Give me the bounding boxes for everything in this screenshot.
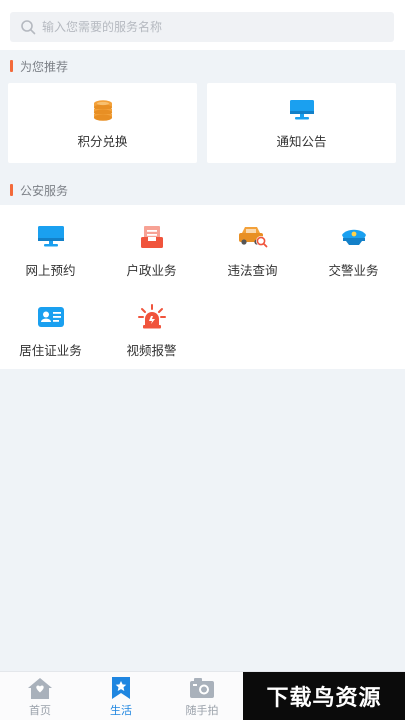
service-label: 居住证业务 xyxy=(19,343,82,358)
recommend-card-points-exchange[interactable]: 积分兑换 xyxy=(8,83,197,163)
tab-label: 首页 xyxy=(29,704,51,717)
service-household-registration[interactable]: 户政业务 xyxy=(101,224,202,279)
section-title-text: 为您推荐 xyxy=(20,59,69,74)
tab-home[interactable]: 首页 xyxy=(0,676,80,718)
service-label: 网上预约 xyxy=(25,263,76,278)
tab-life[interactable]: 生活 xyxy=(81,676,161,718)
bookmark-star-icon xyxy=(112,677,130,699)
service-traffic-police[interactable]: 交警业务 xyxy=(303,224,404,279)
service-video-alarm[interactable]: 视频报警 xyxy=(101,304,202,359)
section-title-text: 公安服务 xyxy=(20,183,69,198)
police-services-panel: 网上预约 户政业务 违法查询 交警业务 居住证业务 视频报警 xyxy=(0,205,405,369)
home-icon xyxy=(28,678,52,699)
service-label: 违法查询 xyxy=(227,263,278,278)
camera-icon xyxy=(190,678,214,698)
section-marker xyxy=(10,60,13,72)
id-card-icon xyxy=(37,307,64,327)
monitor-icon xyxy=(289,100,314,120)
car-search-icon xyxy=(238,227,267,248)
service-online-booking[interactable]: 网上预约 xyxy=(0,224,101,279)
recommend-card-notice[interactable]: 通知公告 xyxy=(207,83,396,163)
coins-icon xyxy=(93,100,112,121)
search-box[interactable] xyxy=(10,12,394,42)
recommend-card-label: 积分兑换 xyxy=(77,134,128,149)
watermark-text: 下载鸟资源 xyxy=(266,686,382,711)
document-tray-icon xyxy=(140,226,163,248)
alarm-light-icon xyxy=(137,304,166,329)
watermark-banner: 下载鸟资源 xyxy=(243,672,405,720)
recommend-card-label: 通知公告 xyxy=(276,134,327,149)
tab-label: 生活 xyxy=(110,704,132,717)
service-label: 交警业务 xyxy=(328,263,379,278)
service-violation-query[interactable]: 违法查询 xyxy=(202,224,303,279)
service-label: 户政业务 xyxy=(126,263,177,278)
service-label: 视频报警 xyxy=(126,343,177,358)
search-bar xyxy=(0,0,405,50)
section-marker xyxy=(10,184,13,196)
tab-label: 随手拍 xyxy=(185,704,219,717)
section-title-recommend: 为您推荐 xyxy=(10,56,68,76)
search-icon xyxy=(21,20,36,35)
monitor-icon xyxy=(37,226,64,247)
tab-snapshot[interactable]: 随手拍 xyxy=(162,676,242,718)
section-title-police: 公安服务 xyxy=(10,180,68,200)
search-input[interactable] xyxy=(42,20,362,34)
police-cap-icon xyxy=(341,229,366,245)
service-residence-permit[interactable]: 居住证业务 xyxy=(0,304,101,359)
